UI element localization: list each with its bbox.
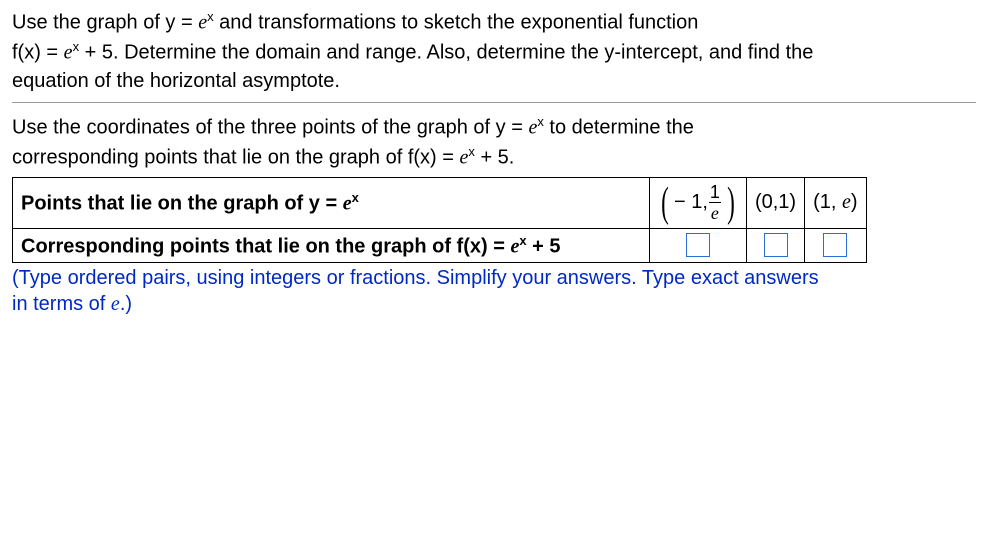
text: Use the coordinates of the three points … (12, 117, 528, 139)
right-paren-icon: ) (727, 182, 735, 224)
exp-x: x (519, 233, 526, 248)
text: Points that lie on the graph of y = (21, 192, 343, 214)
points-table: Points that lie on the graph of y = ex (… (12, 177, 867, 264)
instruction-text: (Type ordered pairs, using integers or f… (12, 265, 976, 317)
answer-cell-1 (650, 228, 747, 263)
e: e (198, 12, 207, 34)
text: equation of the horizontal asymptote. (12, 70, 340, 92)
exp-x: x (352, 190, 359, 205)
text: ) (851, 191, 858, 213)
point-cell-2: (0,1) (746, 177, 804, 228)
text: + 5. (475, 147, 514, 169)
e: e (842, 191, 851, 213)
divider (12, 102, 976, 103)
answer-input-1[interactable] (686, 233, 710, 257)
text: + 5 (527, 235, 561, 257)
row1-label: Points that lie on the graph of y = ex (13, 177, 650, 228)
numerator: 1 (708, 183, 722, 202)
answer-cell-2 (746, 228, 804, 263)
intro-line-2: f(x) = ex + 5. Determine the domain and … (12, 38, 976, 68)
table-row: Points that lie on the graph of y = ex (… (13, 177, 867, 228)
text: and transformations to sketch the expone… (214, 12, 699, 34)
text: Use the graph of y = (12, 12, 198, 34)
fraction: 1e (708, 183, 722, 222)
e: e (528, 117, 537, 139)
text: (1, (813, 191, 842, 213)
text: + 5. Determine the domain and range. Als… (79, 41, 813, 63)
text: Corresponding points that lie on the gra… (21, 235, 510, 257)
intro-line-3: equation of the horizontal asymptote. (12, 67, 976, 96)
e: e (343, 192, 352, 214)
e: e (64, 41, 73, 63)
denominator: e (709, 202, 721, 222)
text: (0,1) (755, 191, 796, 213)
point-cell-1: ( − 1,1e ) (650, 177, 747, 228)
point-cell-3: (1, e) (805, 177, 866, 228)
text: to determine the (544, 117, 694, 139)
answer-cell-3 (805, 228, 866, 263)
row2-label: Corresponding points that lie on the gra… (13, 228, 650, 263)
text: corresponding points that lie on the gra… (12, 147, 460, 169)
answer-input-3[interactable] (823, 233, 847, 257)
table-row: Corresponding points that lie on the gra… (13, 228, 867, 263)
answer-input-2[interactable] (764, 233, 788, 257)
text: f(x) = (12, 41, 64, 63)
intro-line-1: Use the graph of y = ex and transformati… (12, 8, 976, 38)
mid-line-1: Use the coordinates of the three points … (12, 113, 976, 143)
left-paren-icon: ( (661, 182, 669, 224)
e: e (510, 235, 519, 257)
mid-line-2: corresponding points that lie on the gra… (12, 143, 976, 173)
text: − 1, (674, 191, 708, 213)
